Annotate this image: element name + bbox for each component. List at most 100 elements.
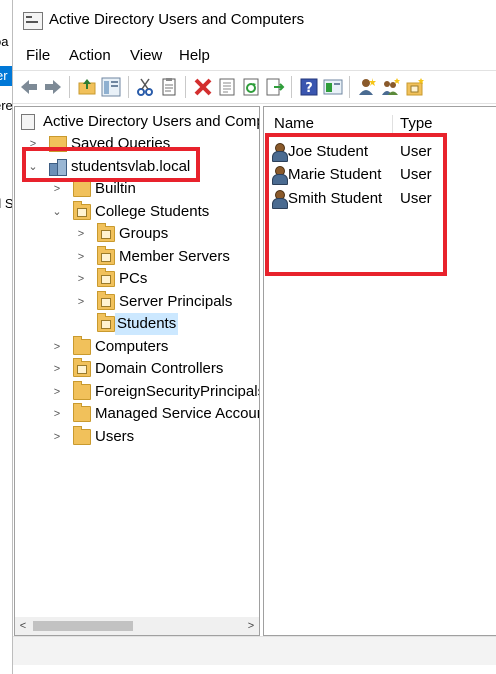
tree-item-domain[interactable]: ⌄ studentsvlab.local	[21, 156, 259, 178]
user-type: User	[400, 143, 432, 160]
chevron-right-icon[interactable]: >	[75, 268, 87, 290]
menu-file[interactable]: File	[26, 47, 50, 64]
tree-item-label: Domain Controllers	[95, 360, 224, 377]
user-type: User	[400, 166, 432, 183]
tree-item-label: Computers	[95, 338, 169, 355]
aduc-window: Active Directory Users and Computers Fil…	[12, 0, 496, 674]
organizational-unit-icon	[97, 246, 115, 265]
chevron-right-icon[interactable]: >	[51, 358, 63, 380]
toolbar-separator	[69, 76, 70, 98]
tree-item-builtin[interactable]: > Builtin	[21, 178, 259, 200]
domain-icon	[49, 159, 67, 176]
chevron-right-icon[interactable]: >	[75, 291, 87, 313]
svg-text:?: ?	[305, 81, 313, 96]
chevron-right-icon[interactable]: >	[51, 403, 63, 425]
new-group-icon[interactable]	[381, 77, 401, 97]
new-ou-icon[interactable]	[405, 77, 425, 97]
chevron-right-icon[interactable]: >	[75, 223, 87, 245]
tree-item-label: studentsvlab.local	[71, 158, 191, 175]
toolbar-separator	[128, 76, 129, 98]
tree-item-label-selected: Students	[115, 313, 179, 335]
status-bar	[13, 636, 496, 665]
organizational-unit-icon	[97, 313, 115, 332]
details-pane[interactable]: Name Type Joe Student User Marie Student…	[263, 106, 496, 636]
tree-item-groups[interactable]: > Groups	[21, 223, 259, 245]
tree-item-managed-service-accounts[interactable]: > Managed Service Accoun	[21, 403, 260, 425]
user-name: Marie Student	[288, 166, 382, 183]
up-folder-icon[interactable]	[77, 77, 97, 97]
tree-item-member-servers[interactable]: > Member Servers	[21, 246, 259, 268]
horizontal-scrollbar[interactable]: < >	[15, 617, 259, 635]
folder-icon	[73, 178, 91, 197]
user-icon	[272, 166, 288, 185]
chevron-down-icon[interactable]: ⌄	[27, 156, 39, 178]
column-header-name[interactable]: Name	[274, 115, 314, 132]
chevron-right-icon[interactable]: >	[51, 381, 63, 403]
list-item[interactable]: Smith Student User	[270, 188, 490, 210]
toolbar-separator	[291, 76, 292, 98]
column-header-type[interactable]: Type	[400, 115, 433, 132]
tree-item-label: Users	[95, 428, 135, 445]
tree-item-college-students[interactable]: ⌄ College Students	[21, 201, 259, 223]
list-item[interactable]: Joe Student User	[270, 141, 490, 163]
console-tree-pane[interactable]: Active Directory Users and Comp > Saved …	[14, 106, 260, 636]
tree-item-server-principals[interactable]: > Server Principals	[21, 291, 259, 313]
chevron-right-icon[interactable]: >	[51, 178, 63, 200]
scroll-right-arrow-icon[interactable]: >	[243, 617, 259, 635]
chevron-right-icon[interactable]: >	[51, 426, 63, 448]
folder-icon	[73, 426, 91, 445]
delete-icon[interactable]	[193, 77, 213, 97]
menu-help[interactable]: Help	[179, 47, 210, 64]
title-bar[interactable]: Active Directory Users and Computers	[13, 0, 496, 42]
copy-icon[interactable]	[159, 77, 179, 97]
new-user-icon[interactable]	[357, 77, 377, 97]
menu-view[interactable]: View	[130, 47, 162, 64]
tree-item-saved-queries[interactable]: > Saved Queries	[21, 133, 259, 155]
tree-item-domain-controllers[interactable]: > Domain Controllers	[21, 358, 259, 380]
scrollbar-thumb[interactable]	[33, 621, 133, 631]
tree-item-label: Member Servers	[119, 248, 230, 265]
chevron-right-icon[interactable]: >	[51, 336, 63, 358]
folder-icon	[73, 381, 91, 400]
tree-item-label: Saved Queries	[71, 135, 171, 152]
help-icon[interactable]: ?	[299, 77, 319, 97]
user-type: User	[400, 190, 432, 207]
list-item[interactable]: Marie Student User	[270, 164, 490, 186]
scroll-left-arrow-icon[interactable]: <	[15, 617, 31, 635]
window-title: Active Directory Users and Computers	[49, 11, 305, 28]
tree-item-pcs[interactable]: > PCs	[21, 268, 259, 290]
properties-icon[interactable]	[217, 77, 237, 97]
app-icon	[23, 12, 43, 30]
show-pane-icon[interactable]	[323, 77, 343, 97]
organizational-unit-icon	[97, 268, 115, 287]
tree-item-label: College Students	[95, 203, 210, 220]
tree-item-users[interactable]: > Users	[21, 426, 259, 448]
console-root-icon	[21, 114, 35, 130]
chevron-down-icon[interactable]: ⌄	[51, 201, 63, 223]
export-icon[interactable]	[265, 77, 285, 97]
saved-queries-icon	[49, 136, 67, 152]
tree-item-label: Managed Service Accoun	[95, 405, 260, 422]
tree-item-students[interactable]: Students	[21, 313, 259, 335]
user-name: Joe Student	[288, 143, 369, 160]
toolbar-separator	[349, 76, 350, 98]
tree-item-label: PCs	[119, 270, 148, 287]
chevron-right-icon[interactable]: >	[27, 133, 39, 155]
tree-item-label: Active Directory Users and Comp	[43, 113, 260, 130]
menu-bar: File Action View Help	[13, 44, 496, 68]
organizational-unit-icon	[73, 201, 91, 220]
organizational-unit-icon	[97, 291, 115, 310]
tree-item-foreign-security-principals[interactable]: > ForeignSecurityPrincipals	[21, 381, 259, 403]
refresh-icon[interactable]	[241, 77, 261, 97]
back-arrow-icon[interactable]	[19, 77, 39, 97]
tree-item-root[interactable]: Active Directory Users and Comp	[21, 111, 260, 133]
tree-item-label: Server Principals	[119, 293, 233, 310]
column-divider[interactable]	[392, 115, 393, 135]
menu-action[interactable]: Action	[69, 47, 111, 64]
chevron-right-icon[interactable]: >	[75, 246, 87, 268]
cut-icon[interactable]	[135, 77, 155, 97]
toolbar-separator	[185, 76, 186, 98]
forward-arrow-icon[interactable]	[43, 77, 63, 97]
tree-item-computers[interactable]: > Computers	[21, 336, 259, 358]
console-tree-icon[interactable]	[101, 77, 121, 97]
